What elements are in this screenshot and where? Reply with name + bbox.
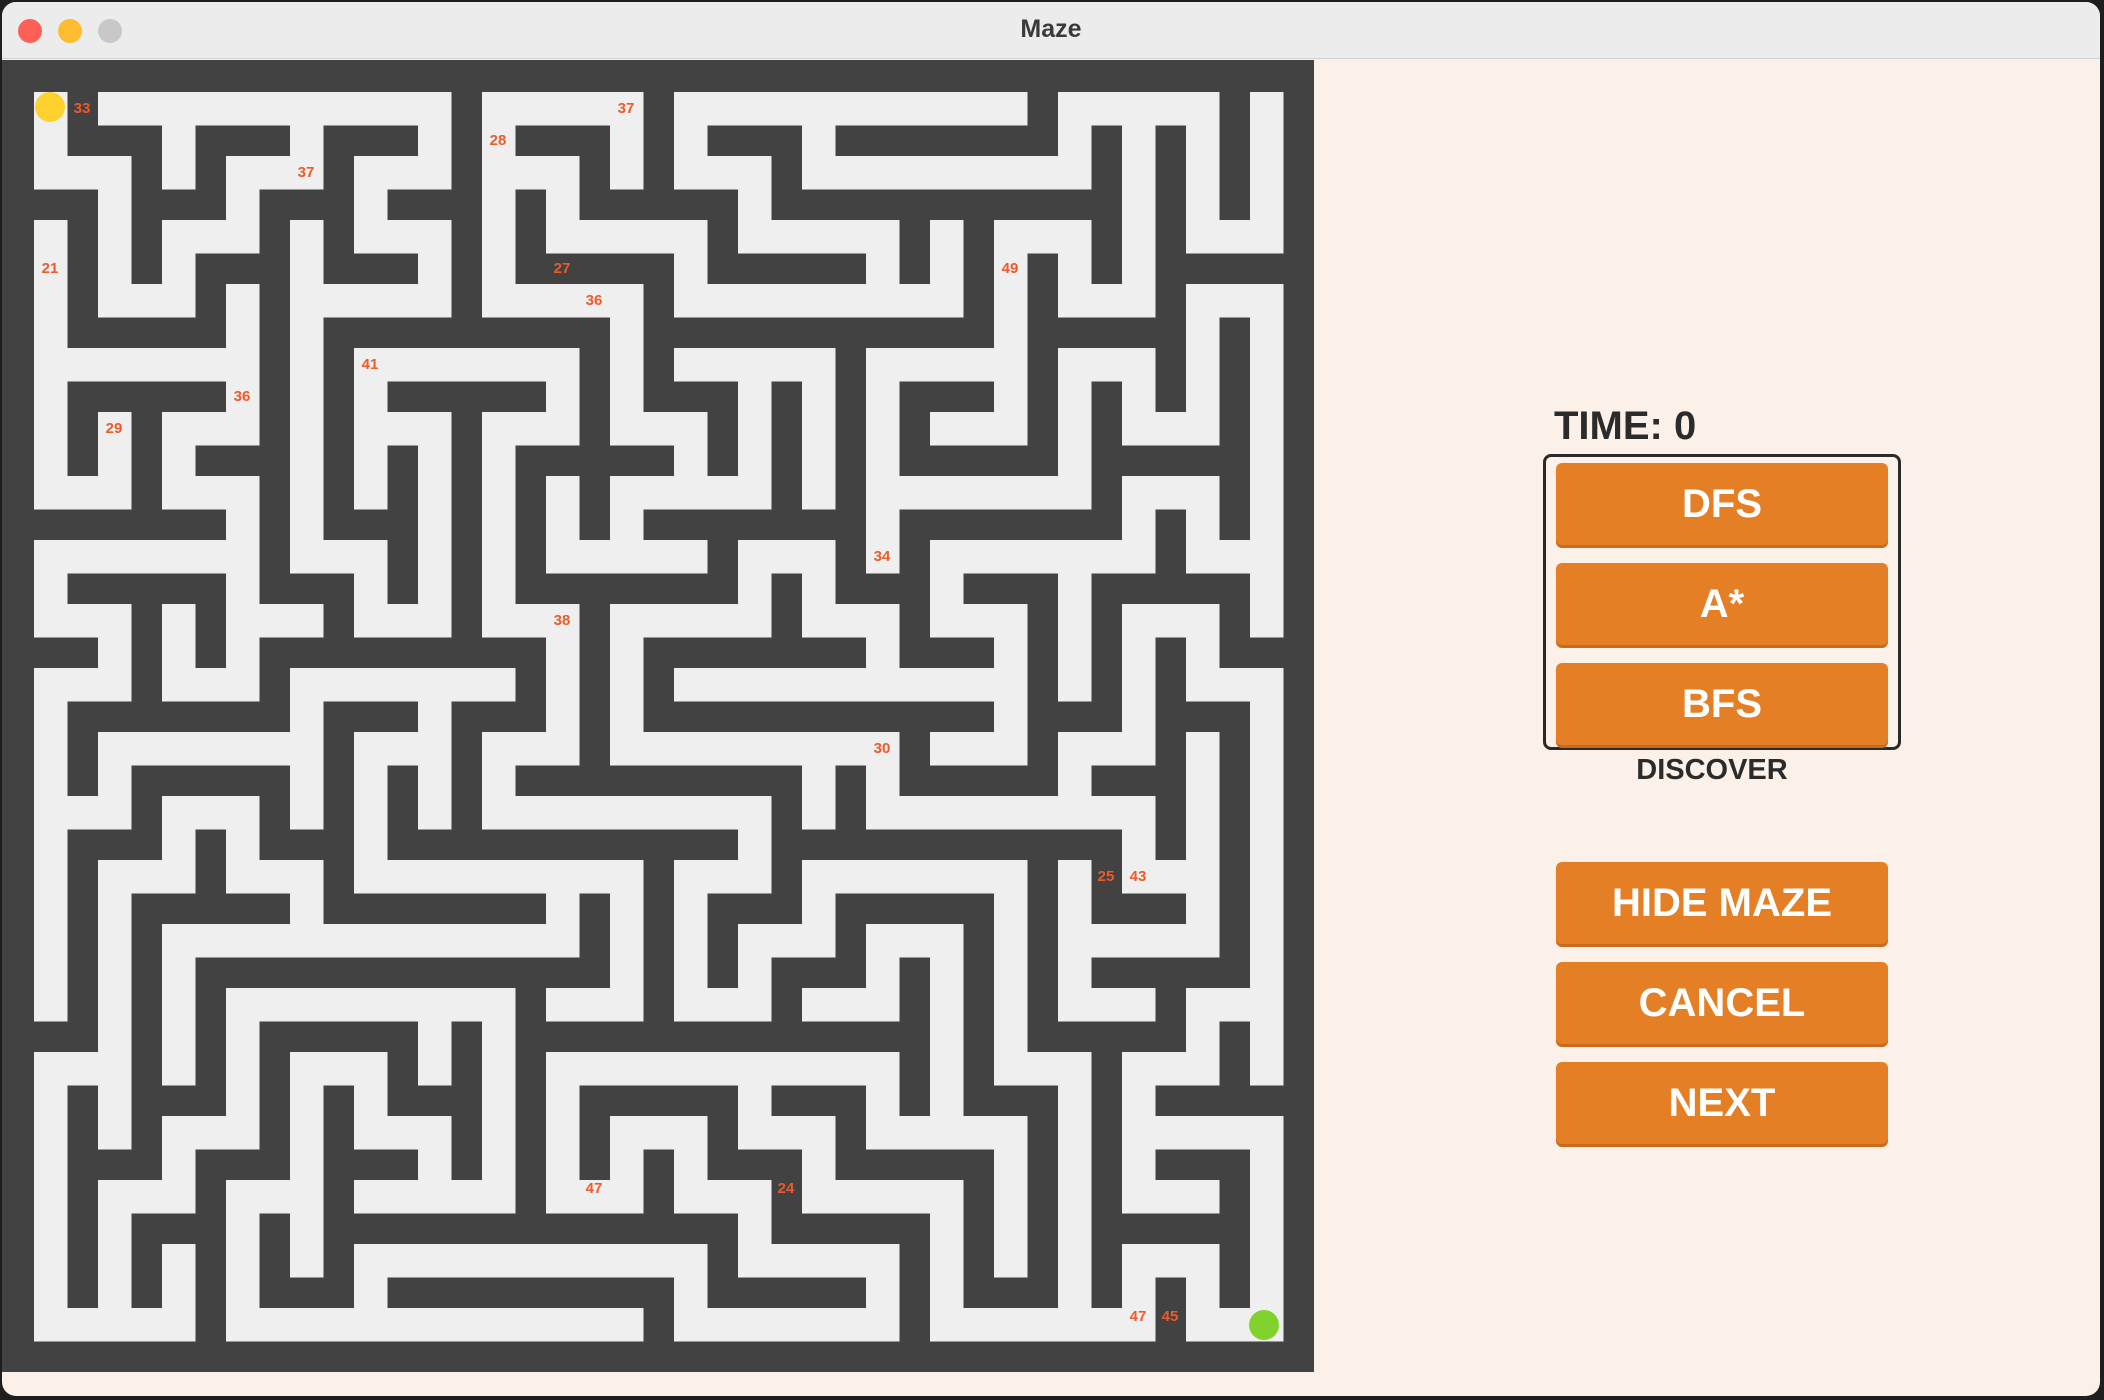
cell-label: 49 [1002, 260, 1019, 277]
cell-label: 30 [874, 740, 891, 757]
cell-label: 34 [874, 548, 891, 565]
cell-label: 28 [490, 132, 507, 149]
cell-label: 47 [586, 1180, 603, 1197]
time-display: TIME: 0 [1554, 404, 1697, 448]
next-button[interactable]: NEXT [1556, 1062, 1888, 1144]
goal-marker [1249, 1310, 1279, 1340]
bfs-button[interactable]: BFS [1556, 663, 1888, 745]
cell-label: 27 [554, 260, 571, 277]
cell-label: 43 [1130, 868, 1147, 885]
cell-label: 36 [586, 292, 603, 309]
cell-label: 29 [106, 420, 123, 437]
cancel-button[interactable]: CANCEL [1556, 962, 1888, 1044]
cell-label: 36 [234, 388, 251, 405]
discover-label: DISCOVER [1636, 754, 1788, 786]
app-window: Maze 33 37 28 37 21 27 36 49 41 36 29 34… [2, 2, 2100, 1396]
maze-overlay: 33 37 28 37 21 27 36 49 41 36 29 34 38 3… [35, 92, 1279, 1340]
cell-label: 37 [618, 100, 635, 117]
cell-label: 21 [42, 260, 59, 277]
start-marker [35, 92, 65, 122]
window-bottom-edge [2, 1374, 2100, 1396]
cell-label: 38 [554, 612, 571, 629]
cell-label: 41 [362, 356, 379, 373]
cell-label: 47 [1130, 1308, 1147, 1325]
title-bar: Maze [2, 2, 2100, 59]
cell-label: 25 [1098, 868, 1115, 885]
astar-button[interactable]: A* [1556, 563, 1888, 645]
cell-label: 24 [778, 1180, 795, 1197]
cell-label: 33 [74, 100, 91, 117]
window-title: Maze [1020, 15, 1082, 43]
hide-maze-button[interactable]: HIDE MAZE [1556, 862, 1888, 944]
cell-label: 37 [298, 164, 315, 181]
maze-board: 33 37 28 37 21 27 36 49 41 36 29 34 38 3… [2, 60, 1314, 1372]
dfs-button[interactable]: DFS [1556, 463, 1888, 545]
cell-label: 45 [1162, 1308, 1179, 1325]
